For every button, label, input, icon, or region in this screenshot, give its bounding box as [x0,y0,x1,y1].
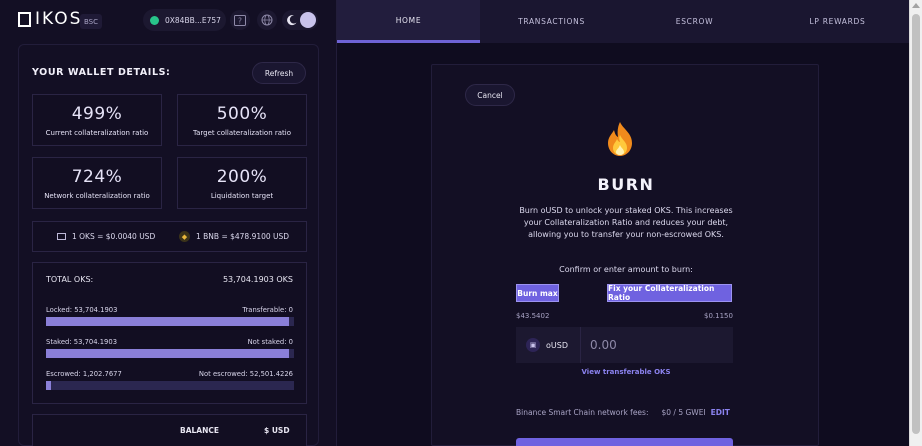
refresh-button[interactable]: Refresh [252,62,306,84]
staked-label: Staked: 53,704.1903 [46,338,118,346]
wallet-details-title: YOUR WALLET DETAILS: [32,67,171,78]
transferable-label: Transferable: 0 [242,306,293,314]
stat-liquidation-target: 200% Liquidation target [177,157,307,209]
stat-value: 500% [216,104,268,124]
bnb-token-icon: ◆ [179,231,190,242]
stat-label: Target collateralization ratio [192,129,292,137]
scroll-thumb[interactable] [912,14,920,434]
tab-home[interactable]: HOME [337,0,480,43]
fix-ratio-button[interactable]: Fix your Collateralization Ratio [607,284,732,302]
staked-bar [46,349,294,358]
stat-value: 724% [71,167,123,187]
total-oks-value: 53,704.1903 OKS [222,275,293,284]
scrollbar[interactable] [909,0,922,446]
escrowed-label: Escrowed: 1,202.7677 [46,370,122,378]
cancel-button[interactable]: Cancel [465,84,515,106]
oks-token-icon [57,233,66,240]
confirm-text: Confirm or enter amount to burn: [559,265,693,274]
fees-value: $0 / 5 GWEI [661,408,706,417]
network-badge: BSC [80,14,102,29]
svg-text:?: ? [238,16,242,25]
help-icon: ? [234,14,246,26]
amount-field: ▣ oUSD [516,327,733,363]
top-bar: IKOS BSC 0X84BB...E757 ? [0,0,337,42]
burn-max-button[interactable]: Burn max [516,284,559,302]
view-transferable-link[interactable]: View transferable OKS [432,368,820,376]
bnb-price-text: 1 BNB = $478.9100 USD [196,232,290,241]
escrowed-row-labels: Escrowed: 1,202.7677 Not escrowed: 52,50… [46,370,293,378]
wallet-address-button[interactable]: 0X84BB...E757 [143,9,226,31]
amount-input[interactable] [590,334,725,356]
oks-price-text: 1 OKS = $0.0040 USD [72,232,156,241]
total-oks-label: TOTAL OKS: [46,275,94,284]
not-escrowed-label: Not escrowed: 52,501.4226 [198,370,293,378]
tab-escrow[interactable]: ESCROW [623,0,766,43]
burn-description: Burn oUSD to unlock your staked OKS. Thi… [519,206,733,239]
stat-label: Current collateralization ratio [45,129,149,137]
wallet-address: 0X84BB...E757 [165,15,221,25]
burn-card: Cancel BURN Burn oUSD to unlock your sta… [431,64,819,446]
locked-label: Locked: 53,704.1903 [46,306,118,314]
total-oks-box: TOTAL OKS: 53,704.1903 OKS Locked: 53,70… [32,262,307,404]
escrowed-bar [46,381,294,390]
logo[interactable]: IKOS [18,9,82,29]
edit-fees-button[interactable]: EDIT [711,408,730,417]
language-button[interactable] [257,10,277,30]
escrowed-bar-fill [46,381,51,390]
fire-icon [608,122,632,156]
stat-network-ratio: 724% Network collateralization ratio [32,157,162,209]
not-staked-label: Not staked: 0 [247,338,293,346]
connected-status-icon [150,15,159,25]
toggle-knob [300,12,316,28]
scroll-up-arrow-icon[interactable] [912,3,920,8]
network-fees: Binance Smart Chain network fees: $0 / 5… [516,408,730,417]
price-box: 1 OKS = $0.0040 USD ◆ 1 BNB = $478.9100 … [32,221,307,252]
tab-transactions[interactable]: TRANSACTIONS [480,0,623,43]
bnb-price: ◆ 1 BNB = $478.9100 USD [179,231,289,242]
balance-header: BALANCE [180,426,220,435]
burn-submit-button[interactable] [516,438,733,446]
currency-label: oUSD [546,340,568,350]
staked-row-labels: Staked: 53,704.1903 Not staked: 0 [46,338,293,346]
main-nav: HOME TRANSACTIONS ESCROW LP REWARDS [337,0,909,43]
theme-toggle[interactable] [282,10,318,30]
help-button[interactable]: ? [230,10,250,30]
oks-price: 1 OKS = $0.0040 USD [57,232,155,241]
burn-max-value: $43.5402 [516,312,550,320]
logo-text: IKOS [35,9,83,29]
stat-value: 200% [216,167,268,187]
globe-icon [261,14,273,26]
left-panel: IKOS BSC 0X84BB...E757 ? YOUR WALLET DET… [0,0,337,446]
usd-header: $ USD [264,426,290,435]
staked-bar-fill [46,349,290,358]
stat-value: 499% [71,104,123,124]
balance-table: BALANCE $ USD [32,414,307,446]
tab-lp-rewards[interactable]: LP REWARDS [766,0,909,43]
moon-icon [287,15,297,26]
burn-title: BURN [597,175,655,194]
locked-bar [46,317,294,326]
currency-selector: ▣ oUSD [516,327,581,363]
fees-label: Binance Smart Chain network fees: [516,408,649,417]
total-oks-row: TOTAL OKS: 53,704.1903 OKS [46,275,293,284]
fix-ratio-value: $0.1150 [704,312,733,320]
ousd-token-icon: ▣ [526,338,540,352]
logo-mark-icon [18,11,31,27]
stat-current-ratio: 499% Current collateralization ratio [32,94,162,146]
wallet-details-card: YOUR WALLET DETAILS: Refresh 499% Curren… [18,44,319,446]
stat-target-ratio: 500% Target collateralization ratio [177,94,307,146]
stat-label: Network collateralization ratio [44,192,150,200]
locked-bar-fill [46,317,290,326]
stat-label: Liquidation target [210,192,274,200]
locked-row-labels: Locked: 53,704.1903 Transferable: 0 [46,306,293,314]
